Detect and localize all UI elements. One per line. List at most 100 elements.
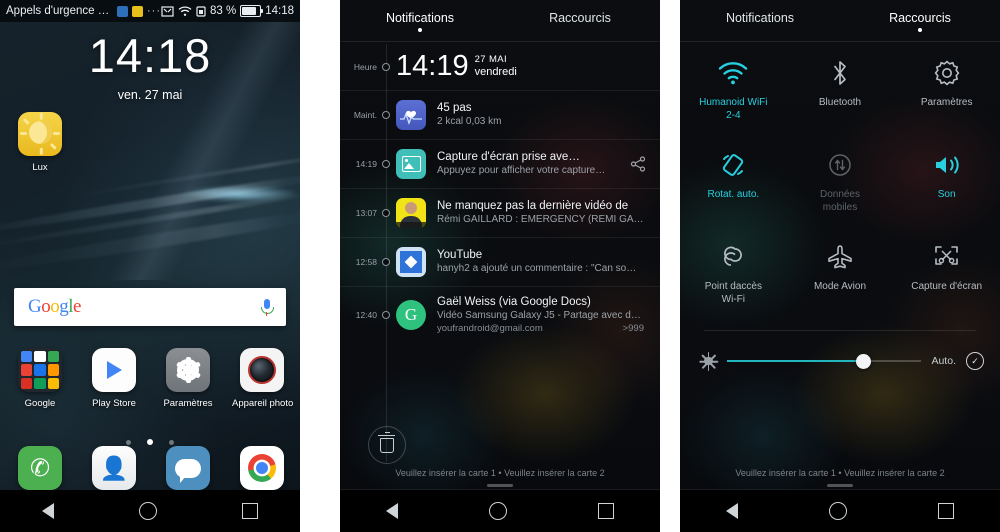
shade-clock: 14:19 27 MAI vendredi [396, 52, 517, 81]
toggle-label: Bluetooth [818, 97, 862, 108]
page-dot [125, 440, 131, 445]
auto-brightness-checkbox[interactable]: ✓ [966, 352, 984, 370]
toggle-label: Paramètres [920, 97, 973, 108]
youtube-icon [396, 246, 426, 277]
dock-item-chrome[interactable] [232, 446, 292, 490]
navigation-bar [0, 490, 300, 532]
status-bar: Appels d'urgence uni… ··· 83 % 14:18 [0, 0, 300, 22]
notification-time: 14:19 [340, 159, 386, 169]
tab-divider [340, 41, 660, 42]
remi-gaillard-avatar [396, 197, 426, 228]
notification-item[interactable]: Maint. 45 pas 2 kcal 0,03 km [340, 91, 660, 140]
toggle-label: Son [937, 189, 956, 200]
toggle-settings[interactable]: Paramètres [893, 46, 1000, 128]
wallpaper-glint [180, 186, 300, 202]
health-heart-icon [396, 99, 426, 130]
notification-item[interactable]: 12:58 YouTube hanyh2 a ajouté un comment… [340, 238, 660, 287]
recents-icon[interactable] [598, 503, 615, 519]
contacts-icon: 👤 [92, 446, 136, 490]
bluetooth-icon [791, 56, 890, 90]
quick-toggle-grid: Humanoid WiFi 2-4 Bluetooth Paramètres R… [680, 46, 1000, 312]
dock-item-messages[interactable] [158, 446, 218, 490]
recents-icon[interactable] [241, 503, 258, 519]
dock-item-contacts[interactable]: 👤 [84, 446, 144, 490]
auto-rotate-icon [684, 148, 783, 182]
home-icon[interactable] [828, 502, 847, 520]
app-icon-lux[interactable]: Lux [10, 112, 70, 173]
toggle-mobile-data[interactable]: Données mobiles [787, 138, 894, 220]
tab-notifications[interactable]: Notifications [680, 9, 840, 25]
hotspot-icon [684, 240, 783, 274]
notification-title: 45 pas [437, 102, 472, 115]
toggle-wifi-hotspot[interactable]: Point daccès Wi-Fi [680, 230, 787, 312]
home-icon[interactable] [488, 502, 507, 520]
shade-drag-handle[interactable] [487, 484, 513, 487]
app-label: Play Store [92, 398, 136, 409]
slider-knob[interactable] [855, 353, 871, 369]
notification-item[interactable]: 14:19 Capture d'écran prise ave… Appuyez… [340, 140, 660, 189]
quick-settings-panel: Notifications Raccourcis Humanoid WiFi 2… [680, 0, 1000, 532]
tab-label: Notifications [725, 11, 795, 25]
tab-notifications[interactable]: Notifications [340, 9, 500, 32]
notification-shade-panel: Notifications Raccourcis Heure 14:19 27 … [340, 0, 660, 532]
play-store-icon [92, 348, 136, 392]
notification-title: Gaël Weiss (via Google Docs) [437, 295, 591, 308]
tab-shortcuts[interactable]: Raccourcis [840, 9, 1000, 32]
navigation-bar [680, 490, 1000, 532]
toggle-auto-rotate[interactable]: Rotat. auto. [680, 138, 787, 220]
brightness-sun-icon [698, 351, 718, 371]
recents-icon[interactable] [938, 503, 955, 519]
sim-status-text: Veuillez insérer la carte 1 • Veuillez i… [735, 468, 945, 478]
clock-date: ven. 27 mai [117, 88, 183, 102]
screenshot-stage: Appels d'urgence uni… ··· 83 % 14:18 14:… [0, 0, 1000, 532]
toggle-bluetooth[interactable]: Bluetooth [787, 46, 894, 128]
screenshot-photo-icon [396, 148, 426, 179]
app-icon-play-store[interactable]: Play Store [84, 348, 144, 409]
toggle-label: Capture d'écran [911, 281, 983, 292]
toggle-label: Données mobiles [819, 189, 860, 213]
tab-active-dot [918, 28, 922, 32]
back-icon[interactable] [385, 503, 398, 519]
tab-active-dot [418, 28, 422, 32]
app-icon-camera[interactable]: Appareil photo [232, 348, 294, 409]
app-icon-settings[interactable]: Paramètres [158, 348, 218, 409]
share-icon[interactable] [630, 155, 646, 172]
phone-icon: ✆ [18, 446, 62, 490]
carrier-label: Appels d'urgence uni… [6, 5, 113, 17]
notification-item[interactable]: 12:40 G Gaël Weiss (via Google Docs) Vid… [340, 287, 660, 343]
notification-list: Heure 14:19 27 MAI vendredi Maint. 45 pa… [340, 44, 660, 343]
toggle-airplane-mode[interactable]: Mode Avion [787, 230, 894, 312]
settings-gear-icon [166, 348, 210, 392]
lock-clock-widget: 14:18 ven. 27 mai [0, 32, 300, 102]
notification-item[interactable]: 13:07 Ne manquez pas la dernière vidéo d… [340, 189, 660, 238]
toggle-label: Humanoid WiFi 2-4 [699, 97, 768, 121]
app-label: Paramètres [163, 398, 213, 409]
back-icon[interactable] [725, 503, 738, 519]
toggle-label: Rotat. auto. [707, 189, 760, 200]
brightness-slider[interactable] [727, 353, 922, 369]
notification-time: 13:07 [340, 208, 386, 218]
app-icon-google-folder[interactable]: Google [10, 348, 70, 409]
messages-icon [166, 446, 210, 490]
clear-notifications-button[interactable] [368, 426, 406, 464]
back-icon[interactable] [42, 503, 55, 519]
page-dot [169, 440, 175, 445]
app-label: Appareil photo [232, 398, 294, 409]
screenshot-icon [897, 240, 996, 274]
notification-subtitle: Appuyez pour afficher votre capture… [437, 165, 606, 177]
google-search-bar[interactable]: Google [14, 288, 286, 326]
tab-shortcuts[interactable]: Raccourcis [500, 9, 660, 25]
shade-clock-weekday: vendredi [474, 66, 517, 78]
timeline-label-heure: Heure [340, 62, 386, 72]
dock-item-phone[interactable]: ✆ [10, 446, 70, 490]
toggle-screenshot[interactable]: Capture d'écran [893, 230, 1000, 312]
toggle-sound[interactable]: Son [893, 138, 1000, 220]
page-dot-active [147, 439, 153, 445]
tab-label: Notifications [385, 11, 455, 25]
panel-gap-1 [300, 0, 340, 532]
microphone-icon[interactable] [261, 298, 274, 316]
home-icon[interactable] [138, 502, 157, 520]
wifi-icon [684, 56, 783, 90]
toggle-wifi[interactable]: Humanoid WiFi 2-4 [680, 46, 787, 128]
shade-drag-handle[interactable] [827, 484, 853, 487]
